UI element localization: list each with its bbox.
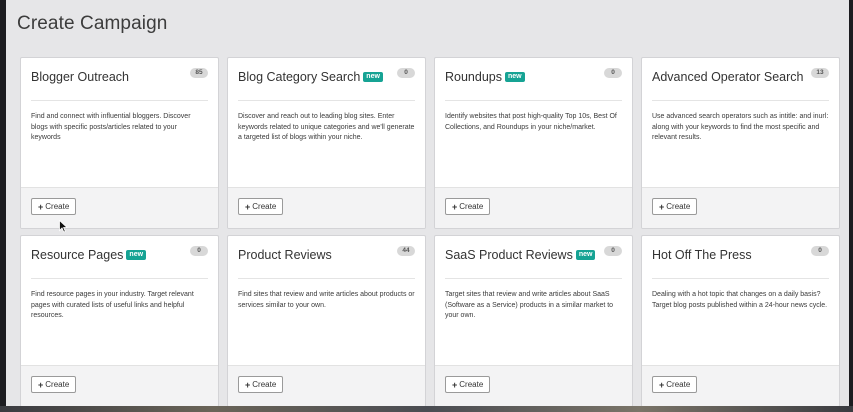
card-header: Roundups new 0: [445, 68, 622, 101]
plus-icon: +: [38, 379, 44, 390]
card-description: Find sites that review and write article…: [238, 291, 415, 309]
card-footer: + Create: [228, 365, 425, 406]
card-description: Find and connect with influential blogge…: [31, 113, 191, 141]
new-badge: new: [575, 250, 596, 260]
card-title-text: SaaS Product Reviews: [445, 248, 573, 262]
create-button-saas-product-reviews[interactable]: + Create: [445, 376, 491, 393]
card-footer: + Create: [435, 365, 632, 406]
create-button-blogger-outreach[interactable]: + Create: [31, 198, 77, 215]
create-button-hot-off-the-press[interactable]: + Create: [652, 376, 698, 393]
card-title: Product Reviews: [238, 248, 332, 262]
campaign-card-hot-off-the-press: Hot Off The Press 0 Dealing with a hot t…: [641, 235, 840, 406]
card-footer: + Create: [435, 187, 632, 228]
count-badge: 13: [811, 68, 829, 78]
plus-icon: +: [245, 379, 251, 390]
card-description: Find resource pages in your industry. Ta…: [31, 291, 194, 319]
count-badge: 44: [397, 246, 415, 256]
card-header: SaaS Product Reviews new 0: [445, 246, 622, 279]
plus-icon: +: [659, 201, 665, 212]
card-description: Dealing with a hot topic that changes on…: [652, 291, 828, 309]
card-title-text: Advanced Operator Search: [652, 70, 804, 84]
page-title: Create Campaign: [17, 13, 168, 34]
campaign-card-resource-pages: Resource Pages new 0 Find resource pages…: [20, 235, 219, 406]
count-badge: 0: [397, 68, 415, 78]
plus-icon: +: [659, 379, 665, 390]
create-button-label: Create: [252, 380, 277, 389]
card-description: Identify websites that post high-quality…: [445, 113, 617, 131]
card-title: Blog Category Search new: [238, 70, 383, 84]
create-button-label: Create: [459, 380, 484, 389]
card-title-text: Hot Off The Press: [652, 248, 752, 262]
create-button-label: Create: [252, 202, 277, 211]
create-button-product-reviews[interactable]: + Create: [238, 376, 284, 393]
card-title: SaaS Product Reviews new: [445, 248, 596, 262]
card-description: Discover and reach out to leading blog s…: [238, 113, 415, 141]
plus-icon: +: [245, 201, 251, 212]
create-button-blog-category-search[interactable]: + Create: [238, 198, 284, 215]
create-button-label: Create: [45, 202, 70, 211]
count-badge: 0: [190, 246, 208, 256]
new-badge: new: [505, 72, 525, 82]
campaign-type-grid: Blogger Outreach 85 Find and connect wit…: [20, 57, 840, 406]
create-button-roundups[interactable]: + Create: [445, 198, 491, 215]
card-footer: + Create: [21, 187, 218, 228]
new-badge: new: [363, 72, 383, 82]
card-header: Blogger Outreach 85: [31, 68, 208, 101]
create-button-label: Create: [666, 380, 691, 389]
campaign-card-product-reviews: Product Reviews 44 Find sites that revie…: [227, 235, 426, 406]
card-footer: + Create: [642, 365, 839, 406]
campaign-card-blog-category-search: Blog Category Search new 0 Discover and …: [227, 57, 426, 229]
card-footer: + Create: [642, 187, 839, 228]
campaign-card-advanced-operator-search: Advanced Operator Search 13 Use advanced…: [641, 57, 840, 229]
card-footer: + Create: [21, 365, 218, 406]
card-header: Advanced Operator Search 13: [652, 68, 829, 101]
create-button-label: Create: [45, 380, 70, 389]
count-badge: 0: [604, 68, 622, 78]
mouse-cursor-icon: [59, 220, 68, 233]
card-description: Target sites that review and write artic…: [445, 291, 614, 319]
create-button-label: Create: [666, 202, 691, 211]
card-title-text: Resource Pages: [31, 248, 124, 262]
card-header: Blog Category Search new 0: [238, 68, 415, 101]
create-button-label: Create: [459, 202, 484, 211]
card-title-text: Roundups: [445, 70, 502, 84]
plus-icon: +: [38, 201, 44, 212]
create-campaign-page: Create Campaign Blogger Outreach 85 Find…: [6, 0, 849, 406]
campaign-card-roundups: Roundups new 0 Identify websites that po…: [434, 57, 633, 229]
card-title-text: Blog Category Search: [238, 70, 361, 84]
card-footer: + Create: [228, 187, 425, 228]
card-title: Roundups new: [445, 70, 525, 84]
card-description: Use advanced search operators such as in…: [652, 113, 829, 141]
create-button-advanced-operator-search[interactable]: + Create: [652, 198, 698, 215]
card-title: Hot Off The Press: [652, 248, 752, 262]
plus-icon: +: [452, 201, 458, 212]
count-badge: 0: [811, 246, 829, 256]
create-button-resource-pages[interactable]: + Create: [31, 376, 77, 393]
campaign-card-saas-product-reviews: SaaS Product Reviews new 0 Target sites …: [434, 235, 633, 406]
new-badge: new: [126, 250, 147, 260]
card-header: Product Reviews 44: [238, 246, 415, 279]
desktop-background-strip: [0, 406, 853, 412]
plus-icon: +: [452, 379, 458, 390]
card-title-text: Product Reviews: [238, 248, 332, 262]
card-header: Resource Pages new 0: [31, 246, 208, 279]
card-title: Advanced Operator Search: [652, 70, 803, 84]
card-title-text: Blogger Outreach: [31, 70, 129, 84]
count-badge: 0: [604, 246, 622, 256]
card-title: Resource Pages new: [31, 248, 147, 262]
campaign-card-blogger-outreach: Blogger Outreach 85 Find and connect wit…: [20, 57, 219, 229]
card-header: Hot Off The Press 0: [652, 246, 829, 279]
count-badge: 85: [190, 68, 208, 78]
card-title: Blogger Outreach: [31, 70, 129, 84]
